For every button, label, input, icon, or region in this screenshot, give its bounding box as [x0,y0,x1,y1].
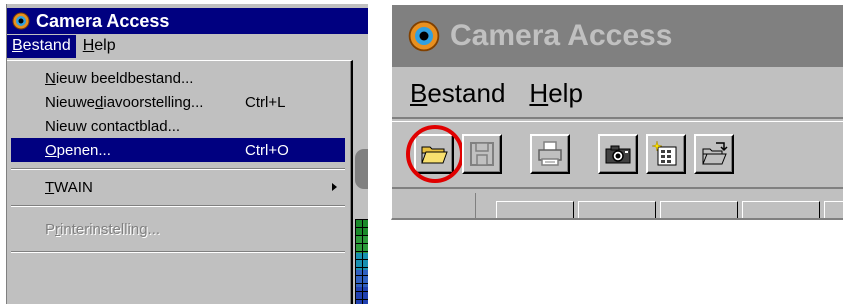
menu-separator [11,168,345,170]
menu-item-openen[interactable]: Openen... Ctrl+O [11,138,345,162]
item-mnemonic: T [45,178,55,196]
menu-bar: Bestand Help [392,69,843,119]
open-folder-icon [421,146,448,164]
menu-separator [11,251,345,253]
print-button[interactable] [530,134,570,174]
menu-bestand-mnemonic: B [410,77,428,108]
save-button[interactable] [462,134,502,174]
grid-cell [824,201,843,218]
grid-cell [496,201,574,218]
menu-help-label: elp [94,37,116,54]
item-text: iavoorstelling... [103,93,204,111]
submenu-arrow-icon [332,183,337,191]
shortcut-label: Ctrl+L [245,93,286,111]
printer-icon [538,141,562,166]
item-mnemonic: d [95,93,104,111]
camera-icon [605,145,631,164]
menu-bestand[interactable]: Bestand [410,78,505,109]
thumbnail-grid-header [392,191,843,218]
item-text: Nieuw contactblad... [45,117,181,135]
shortcut-label: Ctrl+O [245,141,289,159]
open-file-button[interactable] [694,134,734,174]
background-control [355,149,368,189]
title-bar: Camera Access [7,8,368,34]
menu-item-nieuwe-diavoorstelling[interactable]: Nieuwe d iavoorstelling... Ctrl+L [11,90,345,114]
menu-item-nieuw-contactblad[interactable]: Nieuw contactblad... [11,114,345,138]
menu-item-printerinstelling: Pr interinstelling... [11,217,345,241]
window-content-behind-menu [353,59,368,304]
menu-item-nieuw-beeldbestand[interactable]: Nieuw beeldbestand... [11,66,345,90]
menu-help-mnemonic: H [529,77,549,108]
bestand-dropdown-menu: Nieuw beeldbestand... Nieuwe d iavoorstel… [7,60,353,304]
window-title: Camera Access [36,10,170,31]
item-text: P [45,220,56,238]
item-mnemonic: N [45,69,56,87]
grid-cell [742,201,820,218]
grid-corner [396,193,476,218]
floppy-disk-icon [470,142,494,166]
item-text: WAIN [54,178,93,196]
camera-access-app-icon [408,20,440,52]
menu-help-label: elp [548,77,583,108]
open-folder-button[interactable] [414,134,454,174]
item-mnemonic: O [45,141,57,159]
right-panel-zoomed: Camera Access Bestand Help [391,4,843,220]
menu-item-twain[interactable]: T WAIN [11,175,345,199]
toolbar [392,121,843,189]
menu-help-mnemonic: H [82,37,95,54]
menu-help[interactable]: Help [529,78,582,109]
menu-bestand-label: estand [22,37,71,54]
menu-bestand[interactable]: Bestand [7,35,76,58]
camera-button[interactable] [598,134,638,174]
grid-cell [660,201,738,218]
menu-bar: Bestand Help [7,34,368,59]
menu-bestand-mnemonic: B [12,37,23,54]
open-file-icon [702,142,728,165]
item-text: Nieuwe [45,93,96,111]
camera-access-app-icon [12,12,30,30]
left-panel: Camera Access Bestand Help Nieuw beeldbe… [6,4,368,304]
title-bar-inactive: Camera Access [392,5,843,68]
menu-help[interactable]: Help [78,35,121,58]
menu-bestand-label: estand [427,77,506,108]
window-title: Camera Access [450,19,673,52]
color-palette [355,219,368,304]
new-contact-sheet-icon [651,140,677,166]
item-text: ieuw beeldbestand... [55,69,194,87]
item-text: interinstelling... [60,220,161,238]
menu-separator [11,205,345,207]
grid-cell [578,201,656,218]
item-text: penen... [56,141,111,159]
new-contact-sheet-button[interactable] [646,134,686,174]
